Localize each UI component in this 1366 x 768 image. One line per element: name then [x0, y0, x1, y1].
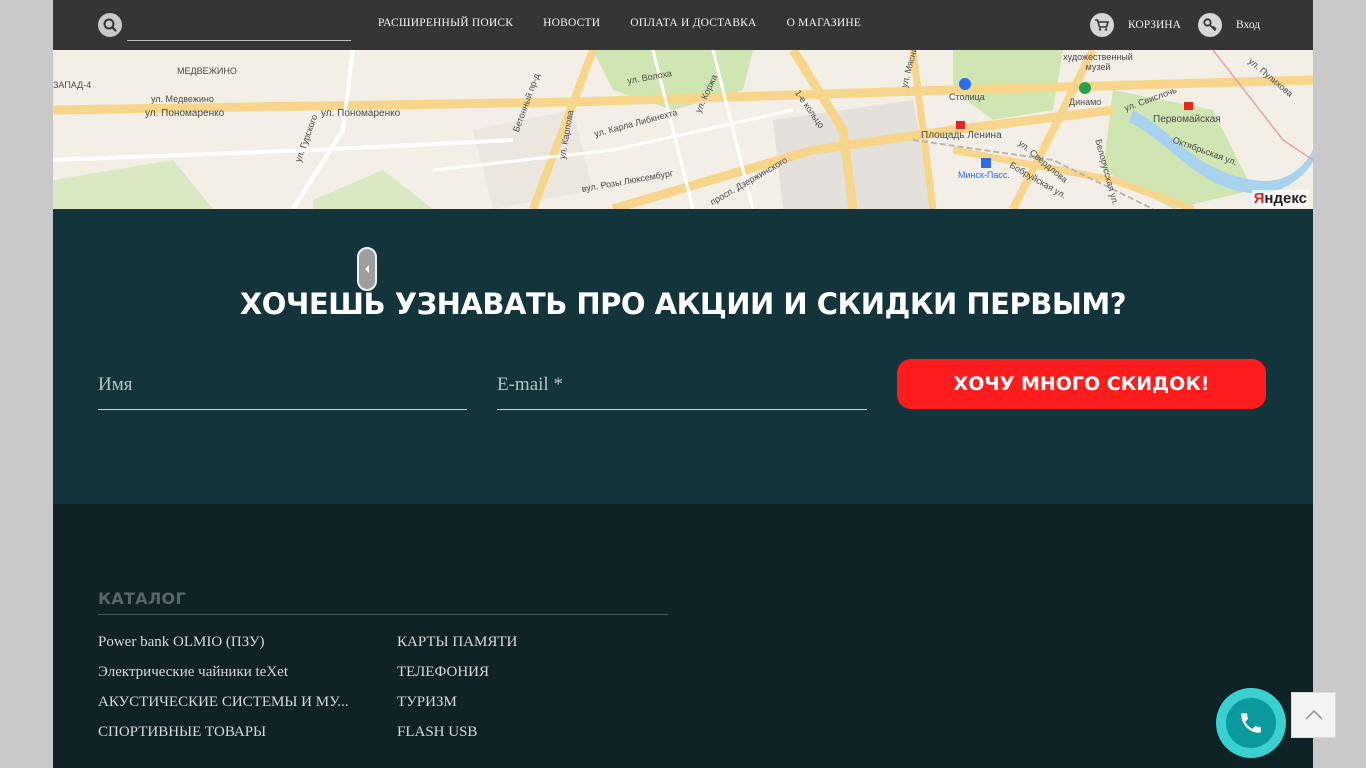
call-button-inner — [1226, 698, 1276, 748]
map-label: ул. Медвежино — [151, 94, 214, 104]
chevron-up-icon — [1304, 709, 1323, 720]
login-link[interactable]: Вход — [1198, 13, 1260, 37]
nav-about[interactable]: О МАГАЗИНЕ — [787, 17, 862, 29]
catalog-link[interactable]: ТЕЛЕФОНИЯ — [397, 662, 517, 682]
cart-link[interactable]: КОРЗИНА — [1090, 13, 1181, 37]
email-field-wrap — [497, 365, 867, 410]
cart-label: КОРЗИНА — [1128, 19, 1181, 31]
nav-news[interactable]: НОВОСТИ — [543, 17, 600, 29]
map-label: художественный музей — [1063, 52, 1133, 72]
map-canvas — [53, 50, 1313, 209]
catalog-link[interactable]: Электрические чайники teXet — [98, 662, 349, 682]
catalog-link[interactable]: АКУСТИЧЕСКИЕ СИСТЕМЫ И МУ... — [98, 692, 349, 712]
catalog-column-2: КАРТЫ ПАМЯТИ ТЕЛЕФОНИЯ ТУРИЗМ FLASH USB — [397, 632, 517, 742]
catalog-link[interactable]: ТУРИЗМ — [397, 692, 517, 712]
main-nav: РАСШИРЕННЫЙ ПОИСК НОВОСТИ ОПЛАТА И ДОСТА… — [378, 17, 861, 29]
subscribe-button[interactable]: ХОЧУ МНОГО СКИДОК! — [897, 359, 1266, 409]
map-label: Минск-Пасс. — [958, 170, 1010, 180]
chevron-left-icon — [365, 265, 369, 273]
map-label: МЕДВЕЖИНО — [177, 66, 237, 76]
name-field[interactable] — [98, 365, 467, 405]
catalog-link[interactable]: СПОРТИВНЫЕ ТОВАРЫ — [98, 722, 349, 742]
key-icon — [1198, 13, 1222, 37]
email-field[interactable] — [497, 365, 867, 405]
yandex-logo: Яндекс — [1251, 190, 1309, 207]
scroll-top-button[interactable] — [1291, 692, 1336, 738]
map-label: Первомайская — [1153, 114, 1221, 125]
catalog-link[interactable]: FLASH USB — [397, 722, 517, 742]
catalog-link[interactable]: КАРТЫ ПАМЯТИ — [397, 632, 517, 652]
map-label: Столица — [949, 92, 985, 102]
catalog-link[interactable]: Power bank OLMIO (ПЗУ) — [98, 632, 349, 652]
map-label: Площадь Ленина — [921, 130, 1002, 141]
nav-payment-delivery[interactable]: ОПЛАТА И ДОСТАВКА — [630, 17, 756, 29]
phone-icon — [1241, 713, 1261, 733]
catalog-divider — [98, 614, 668, 615]
search-input[interactable] — [127, 10, 351, 41]
top-bar: РАСШИРЕННЫЙ ПОИСК НОВОСТИ ОПЛАТА И ДОСТА… — [53, 0, 1313, 50]
subscribe-section: ХОЧЕШЬ УЗНАВАТЬ ПРО АКЦИИ И СКИДКИ ПЕРВЫ… — [53, 209, 1313, 504]
nav-advanced-search[interactable]: РАСШИРЕННЫЙ ПОИСК — [378, 17, 513, 29]
yandex-map[interactable]: МЕДВЕЖИНО ЗАПАД-4 ул. Медвежино ул. Поно… — [53, 50, 1313, 209]
login-label: Вход — [1236, 19, 1261, 31]
search-button[interactable] — [98, 13, 122, 37]
callback-button[interactable] — [1216, 688, 1286, 758]
catalog-column-1: Power bank OLMIO (ПЗУ) Электрические чай… — [98, 632, 349, 742]
map-label: ЗАПАД-4 — [53, 80, 92, 90]
cart-icon — [1090, 13, 1114, 37]
map-label: ул. Пономаренко — [321, 108, 401, 119]
name-field-wrap — [98, 365, 467, 410]
subscribe-title: ХОЧЕШЬ УЗНАВАТЬ ПРО АКЦИИ И СКИДКИ ПЕРВЫ… — [239, 287, 1127, 321]
panel-toggle-button[interactable] — [357, 247, 377, 291]
catalog-title: КАТАЛОГ — [98, 589, 186, 608]
footer: КАТАЛОГ Power bank OLMIO (ПЗУ) Электриче… — [53, 504, 1313, 768]
map-label: ул. Пономаренко — [145, 108, 225, 119]
page: РАСШИРЕННЫЙ ПОИСК НОВОСТИ ОПЛАТА И ДОСТА… — [53, 0, 1313, 768]
map-label: Динамо — [1069, 97, 1102, 107]
search-icon — [103, 18, 117, 32]
